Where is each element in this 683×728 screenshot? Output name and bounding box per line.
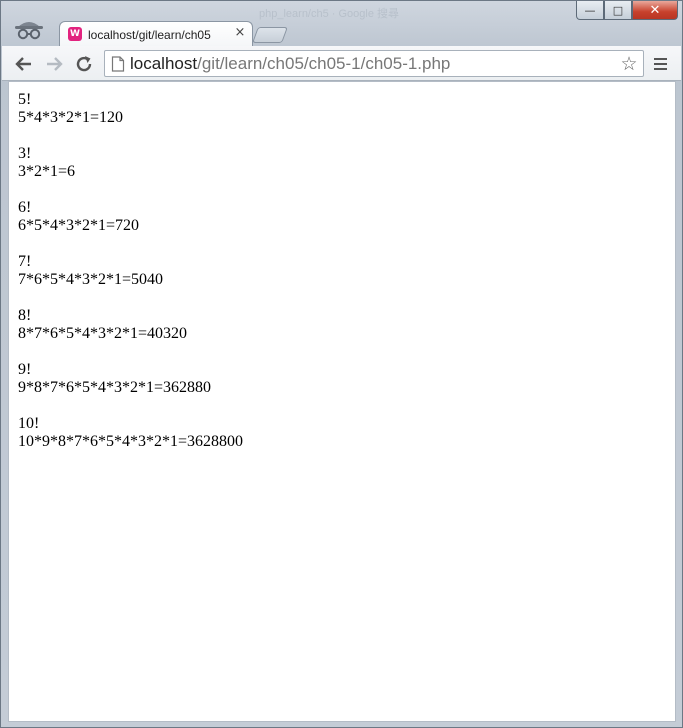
title-bar: php_learn/ch5 · Google 搜尋 W localhost/gi… — [1, 1, 682, 47]
factorial-label: 8! — [18, 307, 32, 324]
browser-toolbar: localhost/git/learn/ch05/ch05-1/ch05-1.p… — [2, 46, 681, 81]
address-bar[interactable]: localhost/git/learn/ch05/ch05-1/ch05-1.p… — [104, 50, 644, 77]
factorial-expression: 5*4*3*2*1=120 — [18, 109, 124, 126]
browser-window: php_learn/ch5 · Google 搜尋 W localhost/gi… — [0, 0, 683, 728]
factorial-expression: 6*5*4*3*2*1=720 — [18, 217, 140, 234]
url-host: localhost — [130, 54, 198, 73]
maximize-button[interactable]: □ — [604, 1, 632, 20]
factorial-block: 8! 8*7*6*5*4*3*2*1=40320 — [18, 307, 243, 343]
factorial-expression: 9*8*7*6*5*4*3*2*1=362880 — [18, 379, 212, 396]
background-tab-title: php_learn/ch5 · Google 搜尋 — [259, 8, 400, 20]
tab-active[interactable]: W localhost/git/learn/ch05 × — [59, 21, 253, 47]
bookmark-star-icon[interactable]: ☆ — [619, 54, 639, 74]
factorial-block: 3! 3*2*1=6 — [18, 145, 243, 181]
factorial-expression: 3*2*1=6 — [18, 163, 76, 180]
menu-icon[interactable] — [648, 53, 672, 75]
url-text: localhost/git/learn/ch05/ch05-1/ch05-1.p… — [130, 55, 450, 73]
factorial-label: 3! — [18, 145, 32, 162]
factorial-label: 9! — [18, 361, 32, 378]
factorial-label: 5! — [18, 91, 32, 108]
close-window-button[interactable]: ✕ — [632, 1, 678, 20]
factorial-block: 10! 10*9*8*7*6*5*4*3*2*1=3628800 — [18, 415, 243, 451]
wamp-favicon-icon: W — [68, 27, 82, 41]
factorial-block: 6! 6*5*4*3*2*1=720 — [18, 199, 243, 235]
tab-close-icon[interactable]: × — [233, 25, 247, 40]
factorial-block: 5! 5*4*3*2*1=120 — [18, 91, 243, 127]
minimize-button[interactable]: — — [576, 1, 604, 20]
page-viewport: 5! 5*4*3*2*1=120 3! 3*2*1=6 6! 6*5*4*3*2… — [8, 81, 676, 722]
url-path: /git/learn/ch05/ch05-1/ch05-1.php — [197, 54, 451, 73]
back-arrow-icon[interactable] — [12, 52, 36, 76]
tab-title: localhost/git/learn/ch05 — [88, 28, 211, 42]
new-tab-button[interactable] — [252, 27, 288, 43]
factorial-expression: 10*9*8*7*6*5*4*3*2*1=3628800 — [18, 433, 244, 450]
factorial-expression: 7*6*5*4*3*2*1=5040 — [18, 271, 164, 288]
page-icon — [111, 56, 125, 72]
page-content: 5! 5*4*3*2*1=120 3! 3*2*1=6 6! 6*5*4*3*2… — [18, 91, 243, 469]
factorial-block: 9! 9*8*7*6*5*4*3*2*1=362880 — [18, 361, 243, 397]
factorial-label: 10! — [18, 415, 40, 432]
window-controls: — □ ✕ — [576, 1, 678, 23]
factorial-label: 6! — [18, 199, 32, 216]
forward-arrow-icon[interactable] — [42, 52, 66, 76]
reload-icon[interactable] — [72, 52, 96, 76]
factorial-block: 7! 7*6*5*4*3*2*1=5040 — [18, 253, 243, 289]
incognito-icon — [11, 13, 47, 43]
factorial-label: 7! — [18, 253, 32, 270]
factorial-expression: 8*7*6*5*4*3*2*1=40320 — [18, 325, 188, 342]
